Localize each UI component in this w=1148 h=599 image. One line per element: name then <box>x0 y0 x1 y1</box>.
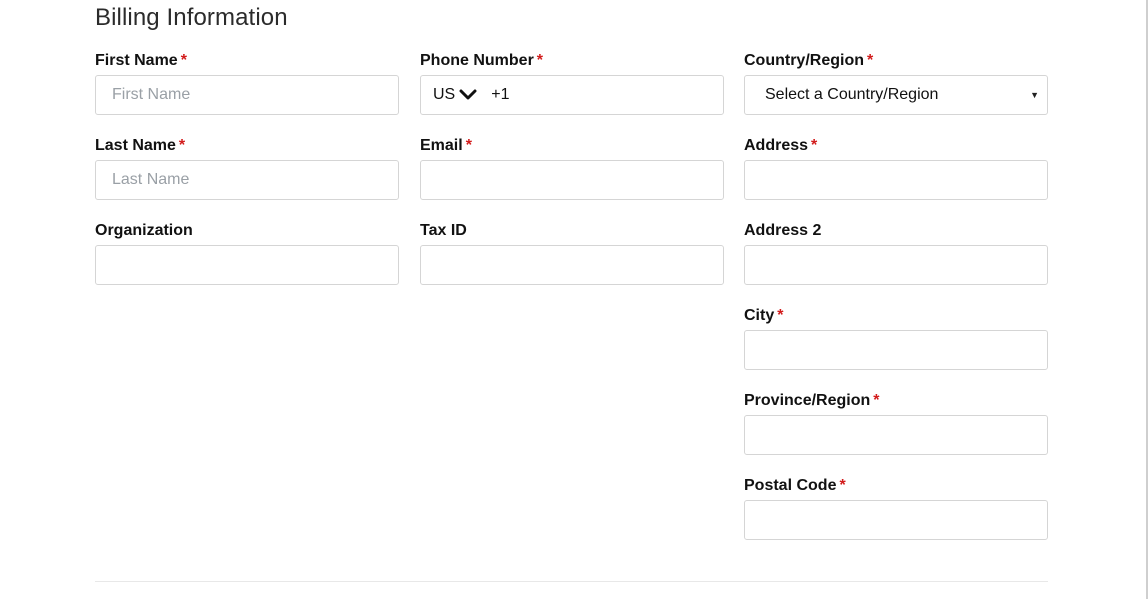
city-label: City * <box>744 306 1048 326</box>
tax-id-group: Tax ID <box>420 221 724 285</box>
address-label-text: Address <box>744 137 809 154</box>
tax-id-label-text: Tax ID <box>420 222 467 239</box>
section-divider <box>95 581 1048 582</box>
organization-input[interactable] <box>95 245 399 285</box>
province-label-text: Province/Region <box>744 392 871 409</box>
caret-down-icon: ▼ <box>1030 90 1039 100</box>
required-marker: * <box>811 137 818 154</box>
last-name-input[interactable] <box>95 160 399 200</box>
city-input[interactable] <box>744 330 1048 370</box>
address2-input[interactable] <box>744 245 1048 285</box>
last-name-label: Last Name * <box>95 136 399 156</box>
email-input[interactable] <box>420 160 724 200</box>
email-group: Email * <box>420 136 724 200</box>
country-select[interactable]: Select a Country/Region ▼ <box>744 75 1048 115</box>
chevron-down-icon[interactable] <box>459 89 477 101</box>
postal-code-group: Postal Code * <box>744 476 1048 540</box>
tax-id-input[interactable] <box>420 245 724 285</box>
phone-label: Phone Number * <box>420 51 724 71</box>
first-name-input[interactable] <box>95 75 399 115</box>
required-marker: * <box>536 52 544 69</box>
last-name-label-text: Last Name <box>95 137 176 154</box>
email-label-text: Email <box>420 137 463 154</box>
country-select-value: Select a Country/Region <box>765 86 939 103</box>
organization-label: Organization <box>95 221 399 241</box>
first-name-label: First Name * <box>95 51 399 71</box>
country-group: Country/Region * Select a Country/Region … <box>744 51 1048 115</box>
first-name-group: First Name * <box>95 51 399 115</box>
province-input[interactable] <box>744 415 1048 455</box>
postal-code-input[interactable] <box>744 500 1048 540</box>
phone-label-text: Phone Number <box>420 52 534 69</box>
last-name-group: Last Name * <box>95 136 399 200</box>
address2-label-text: Address 2 <box>744 222 822 239</box>
required-marker: * <box>777 307 784 324</box>
country-label: Country/Region * <box>744 51 1048 71</box>
required-marker: * <box>178 137 186 154</box>
email-label: Email * <box>420 136 724 156</box>
country-label-text: Country/Region <box>744 52 864 69</box>
city-group: City * <box>744 306 1048 370</box>
required-marker: * <box>180 52 187 69</box>
required-marker: * <box>839 477 846 494</box>
tax-id-label: Tax ID <box>420 221 724 241</box>
address-label: Address * <box>744 136 1048 156</box>
required-marker: * <box>873 392 880 409</box>
address-input[interactable] <box>744 160 1048 200</box>
phone-group: Phone Number * US +1 <box>420 51 724 115</box>
province-label: Province/Region * <box>744 391 1048 411</box>
phone-input[interactable]: US +1 <box>420 75 724 115</box>
province-group: Province/Region * <box>744 391 1048 455</box>
phone-country-code[interactable]: US <box>433 86 455 104</box>
address-group: Address * <box>744 136 1048 200</box>
postal-code-label: Postal Code * <box>744 476 1048 496</box>
address2-group: Address 2 <box>744 221 1048 285</box>
organization-group: Organization <box>95 221 399 285</box>
phone-dial-code: +1 <box>491 86 510 103</box>
required-marker: * <box>465 137 472 154</box>
address2-label: Address 2 <box>744 221 1048 241</box>
city-label-text: City <box>744 307 775 324</box>
postal-code-label-text: Postal Code <box>744 477 837 494</box>
first-name-label-text: First Name <box>95 52 178 69</box>
page-title: Billing Information <box>95 4 288 31</box>
required-marker: * <box>867 52 874 69</box>
organization-label-text: Organization <box>95 222 193 239</box>
